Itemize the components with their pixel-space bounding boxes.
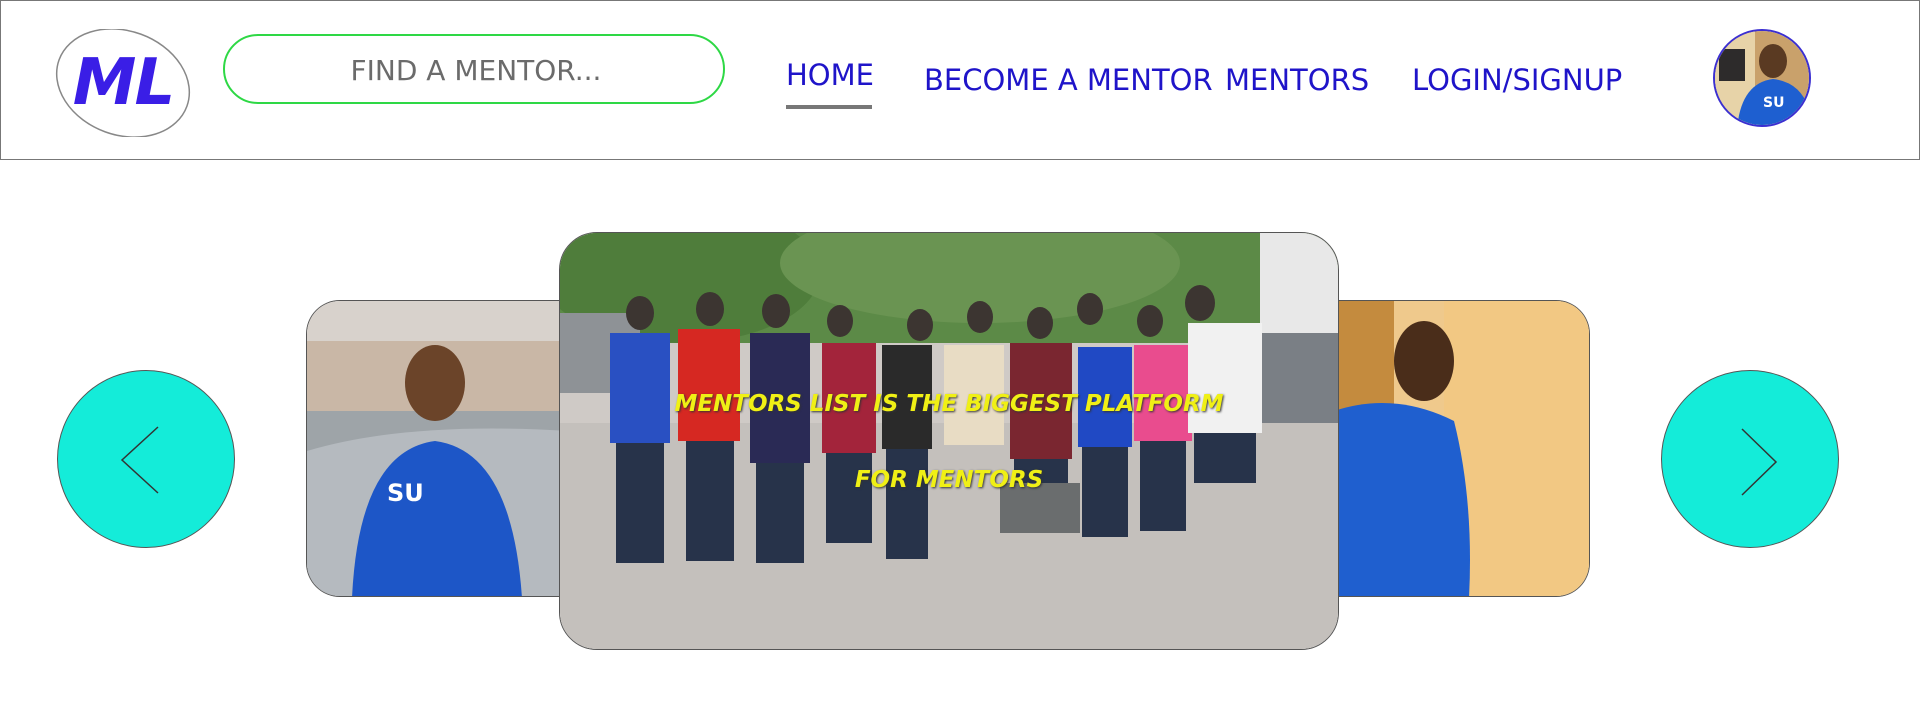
slide-photo-right	[1334, 301, 1589, 596]
nav-home-active-underline	[786, 105, 872, 109]
carousel-caption-line1: MENTORS LIST IS THE BIGGEST PLATFORM	[674, 391, 1224, 417]
carousel-next-button[interactable]	[1661, 370, 1839, 548]
carousel-slide-previous[interactable]: SU	[306, 300, 568, 597]
logo[interactable]: ML	[53, 28, 193, 138]
slide-photo-left: SU	[307, 301, 568, 596]
slide-photo-group	[560, 233, 1338, 649]
logo-text: ML	[72, 46, 175, 120]
svg-text:SU: SU	[1763, 95, 1784, 111]
carousel-slide-active[interactable]: MENTORS LIST IS THE BIGGEST PLATFORM FOR…	[559, 232, 1339, 650]
nav-become-mentor[interactable]: BECOME A MENTOR	[924, 63, 1213, 97]
user-avatar[interactable]: SU	[1713, 29, 1811, 127]
svg-text:SU: SU	[387, 479, 424, 507]
carousel-slide-next[interactable]	[1334, 300, 1590, 597]
top-header: ML HOME BECOME A MENTOR MENTORS LOGIN/SI…	[0, 0, 1920, 160]
nav-login-signup[interactable]: LOGIN/SIGNUP	[1412, 63, 1622, 97]
carousel-caption-line2: FOR MENTORS	[854, 467, 1044, 493]
search-input[interactable]	[225, 36, 727, 104]
avatar-photo: SU	[1715, 31, 1809, 125]
search-box[interactable]	[223, 34, 727, 104]
carousel-prev-button[interactable]	[57, 370, 235, 548]
nav-home[interactable]: HOME	[786, 58, 874, 92]
nav-mentors[interactable]: MENTORS	[1225, 63, 1369, 97]
